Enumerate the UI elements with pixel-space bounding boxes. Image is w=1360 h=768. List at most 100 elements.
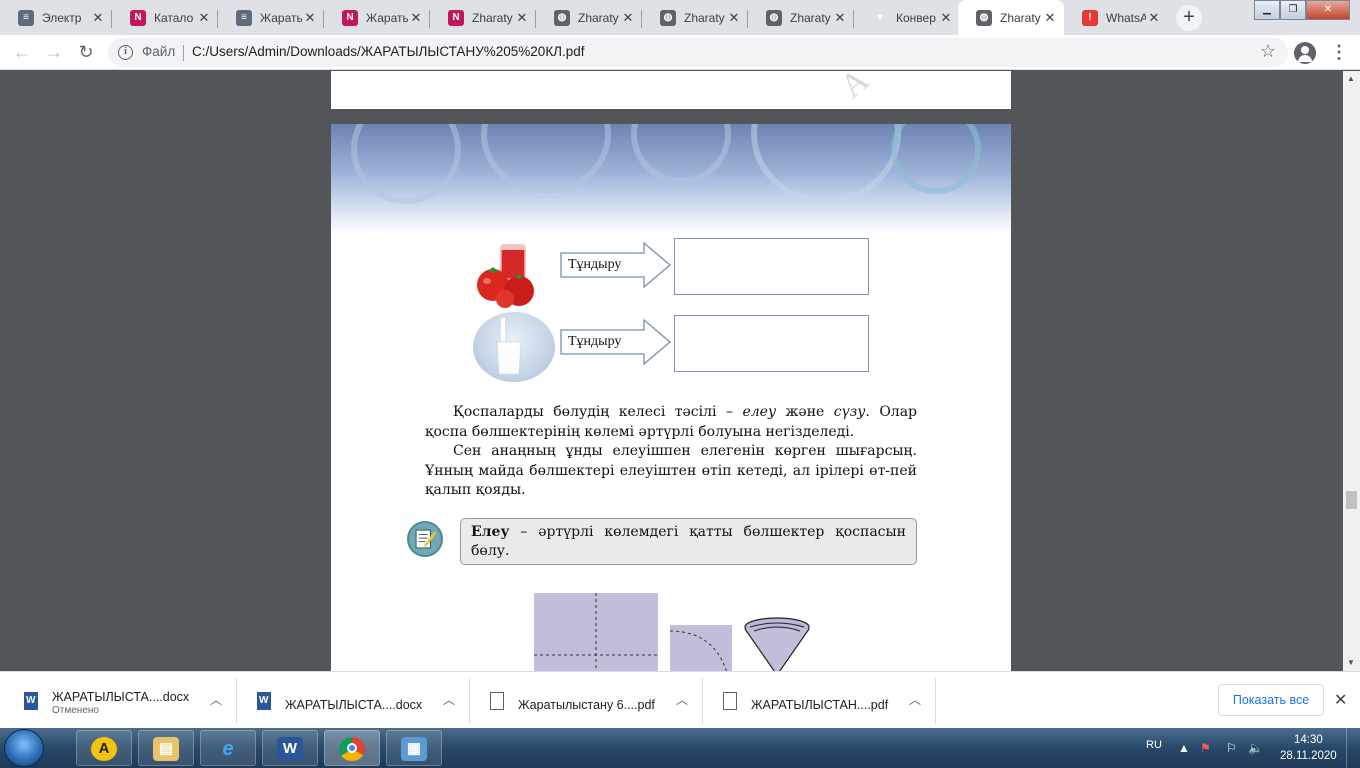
window-close-button[interactable]: ✕ <box>1306 0 1350 20</box>
filter-paper-quarter <box>670 625 732 671</box>
download-item[interactable]: ЖАРАТЫЛЫСТА....docx ︿ <box>237 678 470 724</box>
chrome-icon <box>339 737 365 761</box>
tab-title: Конвер <box>896 10 936 25</box>
heart-icon: ♥ <box>877 12 883 23</box>
arrow-label: Тұндыру <box>568 334 622 349</box>
close-icon[interactable]: ✕ <box>514 10 530 26</box>
volume-icon[interactable]: 🔈 <box>1248 741 1263 755</box>
address-bar[interactable]: i Файл C:/Users/Admin/Downloads/ЖАРАТЫЛЫ… <box>108 38 1288 67</box>
taskbar-app-word[interactable]: W <box>262 730 318 766</box>
autocad-icon: A <box>91 737 117 761</box>
restore-button[interactable]: ❐ <box>1280 0 1306 20</box>
tomato-juice-image <box>477 244 534 308</box>
start-button[interactable] <box>4 729 44 767</box>
definition-term: Елеу <box>471 524 510 540</box>
taskbar-app-autocad[interactable]: A <box>76 730 132 766</box>
taskbar-app-chrome[interactable] <box>324 730 380 766</box>
filter-paper-square <box>534 593 658 671</box>
browser-toolbar: ← → ↻ i Файл C:/Users/Admin/Downloads/ЖА… <box>0 35 1360 70</box>
tab-2[interactable]: N Катало ✕ <box>112 2 218 33</box>
close-icon[interactable]: ✕ <box>90 10 106 26</box>
folder-icon: ▤ <box>153 737 179 761</box>
network-icon[interactable]: ⚑ <box>1200 741 1211 755</box>
close-icon[interactable]: ✕ <box>1042 10 1058 26</box>
chevron-up-icon[interactable]: ︿ <box>676 691 688 708</box>
account-icon[interactable] <box>1294 42 1316 64</box>
forward-button[interactable]: → <box>40 39 68 67</box>
tab-3[interactable]: ≡ Жарать ✕ <box>218 2 324 33</box>
tab-title: Жарать <box>366 10 408 25</box>
close-icon[interactable]: ✕ <box>302 10 318 26</box>
windows-taskbar: A ▤ e W ▦ RU ▲ ⚑ ⚐ 🔈 14:30 28.11.2020 <box>0 728 1360 768</box>
globe-icon: ◍ <box>554 9 570 26</box>
download-item[interactable]: ЖАРАТЫЛЫСТАН....pdf ︿ <box>703 678 936 724</box>
tab-5[interactable]: N Zharaty ✕ <box>430 2 536 33</box>
download-status: Отменено <box>52 705 99 716</box>
tab-8[interactable]: ◍ Zharaty ✕ <box>748 2 854 33</box>
tab-7[interactable]: ◍ Zharaty ✕ <box>642 2 748 33</box>
definition-box: Елеу – әртүрлі көлемдегі қатты бөлшектер… <box>460 518 917 565</box>
tab-9[interactable]: ♥ Конвер ✕ <box>854 2 960 33</box>
book-icon: ≡ <box>18 9 34 26</box>
answer-box <box>674 238 869 295</box>
chevron-up-icon[interactable]: ︿ <box>210 691 222 708</box>
close-icon[interactable]: ✕ <box>938 10 954 26</box>
vertical-scrollbar[interactable]: ▲ ▼ <box>1343 71 1360 671</box>
scrollbar-thumb[interactable] <box>1346 491 1357 509</box>
tab-title: Zharaty <box>684 10 725 25</box>
show-desktop-button[interactable] <box>1346 728 1360 768</box>
download-item[interactable]: Жаратылыстану 6....pdf ︿ <box>470 678 703 724</box>
download-filename: Жаратылыстану 6....pdf <box>518 698 655 712</box>
close-icon[interactable]: ✕ <box>1146 10 1162 26</box>
chevron-up-icon[interactable]: ︿ <box>909 691 921 708</box>
answer-box <box>674 315 869 372</box>
internet-explorer-icon: e <box>222 738 234 760</box>
tab-title: Катало <box>154 10 194 25</box>
download-filename: ЖАРАТЫЛЫСТАН....pdf <box>751 698 889 712</box>
chevron-up-icon[interactable]: ︿ <box>443 691 455 708</box>
close-icon[interactable]: ✕ <box>1334 690 1347 710</box>
tab-title: Жарать <box>260 10 302 25</box>
star-icon[interactable]: ☆ <box>1260 41 1276 62</box>
close-icon[interactable]: ✕ <box>620 10 636 26</box>
taskbar-app-control-panel[interactable]: ▦ <box>386 730 442 766</box>
tab-4[interactable]: N Жарать ✕ <box>324 2 430 33</box>
taskbar-app-ie[interactable]: e <box>200 730 256 766</box>
notepad-pencil-icon <box>407 521 443 557</box>
close-icon[interactable]: ✕ <box>832 10 848 26</box>
close-icon[interactable]: ✕ <box>408 10 424 26</box>
close-icon[interactable]: ✕ <box>196 10 212 26</box>
scroll-down-icon[interactable]: ▼ <box>1347 658 1355 667</box>
kebab-menu-icon[interactable]: ⋮ <box>1330 40 1348 64</box>
taskbar-app-explorer[interactable]: ▤ <box>138 730 194 766</box>
show-all-downloads-button[interactable]: Показать все <box>1218 684 1324 716</box>
url-text[interactable]: C:/Users/Admin/Downloads/ЖАРАТЫЛЫСТАНУ%2… <box>192 44 585 59</box>
definition-text: – әртүрлі көлемдегі қатты бөлшектер қосп… <box>471 524 906 559</box>
info-icon[interactable]: i <box>118 45 133 60</box>
downloads-bar: ЖАРАТЫЛЫСТА....docx Отменено ︿ ЖАРАТЫЛЫС… <box>0 671 1360 728</box>
reload-button[interactable]: ↻ <box>72 39 100 67</box>
alert-icon: ! <box>1082 9 1098 26</box>
chevron-up-icon[interactable]: ▲ <box>1178 741 1190 755</box>
tab-1[interactable]: ≡ Электр ✕ <box>0 2 112 33</box>
clock-time[interactable]: 14:30 <box>1294 734 1323 746</box>
language-indicator[interactable]: RU <box>1146 739 1162 751</box>
tab-11[interactable]: ! WhatsA ✕ <box>1064 2 1168 33</box>
doc-red-icon: N <box>448 9 464 26</box>
clock-date[interactable]: 28.11.2020 <box>1280 750 1337 762</box>
minimize-button[interactable]: ▁ <box>1254 0 1280 20</box>
tab-6[interactable]: ◍ Zharaty ✕ <box>536 2 642 33</box>
book-icon: ≡ <box>236 9 252 26</box>
new-tab-button[interactable]: + <box>1176 5 1202 31</box>
paragraph-1: Қоспаларды бөлудің келесі тәсілі – елеу … <box>425 404 917 440</box>
tab-title: WhatsA <box>1106 10 1146 25</box>
tab-title: Zharaty <box>578 10 619 25</box>
scroll-up-icon[interactable]: ▲ <box>1347 74 1355 83</box>
back-button[interactable]: ← <box>8 39 36 67</box>
flag-icon[interactable]: ⚐ <box>1226 741 1237 755</box>
file-icon <box>723 692 737 710</box>
close-icon[interactable]: ✕ <box>726 10 742 26</box>
tab-10-active[interactable]: ◍ Zharaty ✕ <box>958 0 1064 35</box>
paragraph-2: Сен анаңның ұнды елеуішпен елегенін көрг… <box>425 443 917 498</box>
download-item[interactable]: ЖАРАТЫЛЫСТА....docx Отменено ︿ <box>4 678 237 724</box>
